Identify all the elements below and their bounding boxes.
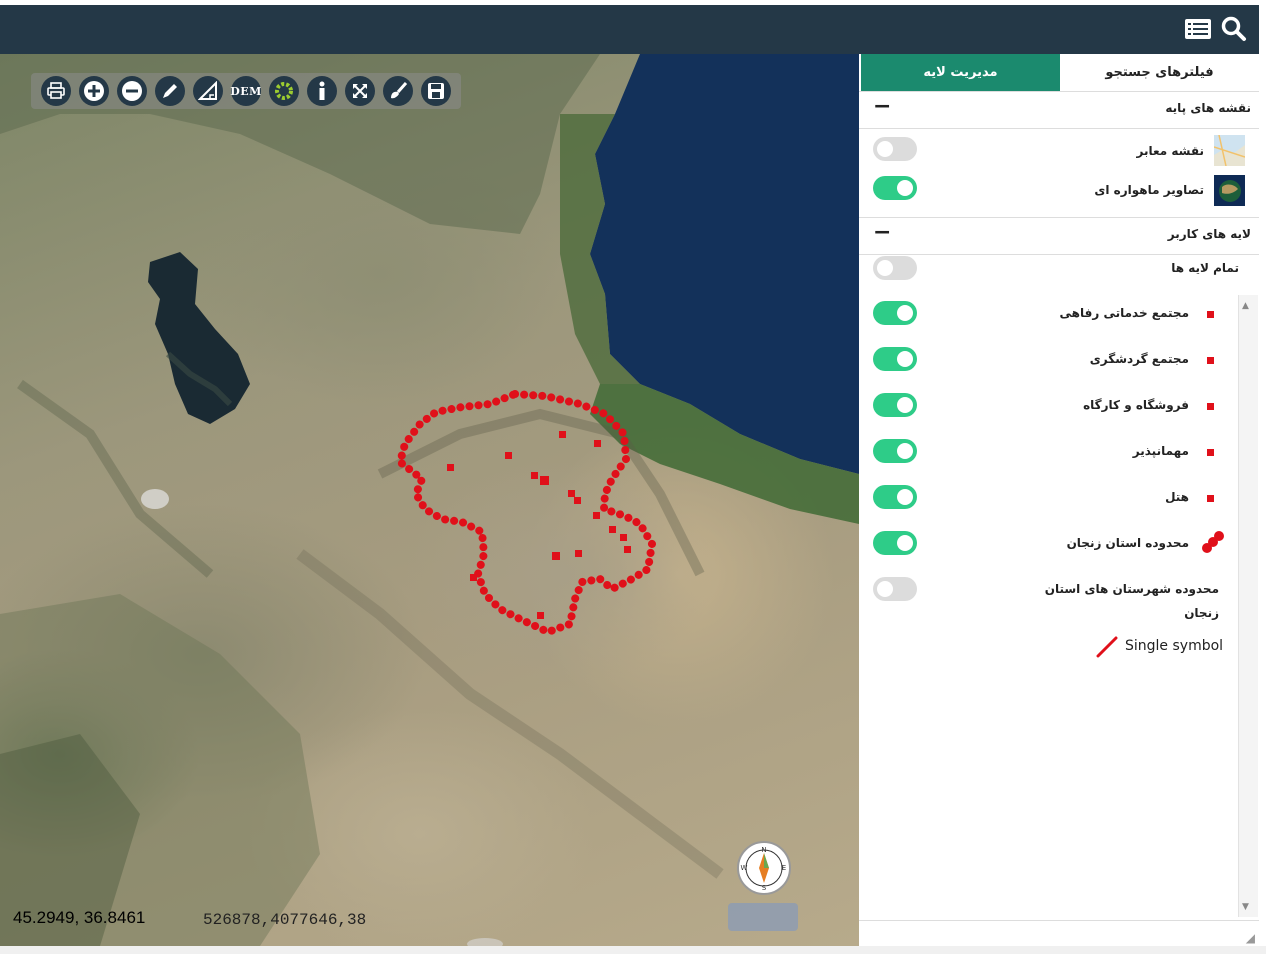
zoom-out-icon[interactable] xyxy=(117,76,147,106)
resize-handle-icon[interactable]: ◢ xyxy=(1246,931,1255,945)
red-square-icon xyxy=(1207,449,1214,456)
red-line-icon xyxy=(1096,636,1118,658)
layer-panel: فیلترهای جستجو مدیریت لایه نقشه های پایه… xyxy=(859,54,1259,947)
red-square-icon xyxy=(1207,495,1214,502)
layer-label-line1: محدوده شهرستان های استان xyxy=(1044,582,1219,596)
clear-icon[interactable] xyxy=(383,76,413,106)
streets-map-thumbnail xyxy=(1213,134,1246,167)
dem-button[interactable]: DEM xyxy=(230,76,261,106)
svg-text:E: E xyxy=(782,864,786,872)
collapse-base-maps-icon[interactable]: − xyxy=(873,96,891,118)
layer-toggle-icon[interactable] xyxy=(269,76,299,106)
print-icon[interactable] xyxy=(41,76,71,106)
red-square-icon xyxy=(1207,357,1214,364)
panel-footer: ◢ xyxy=(859,920,1259,947)
toggle-tourism-complex[interactable] xyxy=(873,347,917,371)
draw-line-icon[interactable] xyxy=(155,76,185,106)
tab-layer-management[interactable]: مدیریت لایه xyxy=(861,54,1060,91)
map-toolbar: DEM xyxy=(31,73,461,109)
layer-label: فروشگاه و کارگاه xyxy=(1083,398,1189,412)
layer-label-line2: زنجان xyxy=(1184,606,1219,620)
geo-coordinates: 45.2949, 36.8461 xyxy=(13,908,146,927)
toggle-welfare-complex[interactable] xyxy=(873,301,917,325)
full-extent-icon[interactable] xyxy=(345,76,375,106)
zoom-in-icon[interactable] xyxy=(79,76,109,106)
scroll-up-icon[interactable]: ▲ xyxy=(1242,301,1249,311)
base-map-label: تصاویر ماهواره ای xyxy=(1094,183,1204,197)
svg-text:S: S xyxy=(762,884,767,892)
collapse-user-layers-icon[interactable]: − xyxy=(873,222,891,244)
compass-icon[interactable]: N S E W xyxy=(737,841,791,895)
base-map-label: نقشه معابر xyxy=(1136,144,1205,158)
save-icon[interactable] xyxy=(421,76,451,106)
scroll-down-icon[interactable]: ▼ xyxy=(1242,902,1249,912)
toggle-satellite-map[interactable] xyxy=(873,176,917,200)
layer-list-scrollbar[interactable] xyxy=(1238,295,1258,917)
toggle-county-boundary[interactable] xyxy=(873,577,917,601)
layer-label: مهمانپذیر xyxy=(1132,444,1189,458)
toggle-guesthouse[interactable] xyxy=(873,439,917,463)
toggle-streets-map[interactable] xyxy=(873,137,917,161)
satellite-map-thumbnail xyxy=(1214,175,1245,206)
all-layers-label: تمام لایه ها xyxy=(1171,261,1239,275)
panel-tabs: فیلترهای جستجو مدیریت لایه xyxy=(859,54,1259,92)
layer-label: هتل xyxy=(1165,490,1189,504)
user-layers-header[interactable]: لایه های کاربر − xyxy=(859,217,1259,255)
tab-search-filters[interactable]: فیلترهای جستجو xyxy=(1060,54,1259,91)
list-icon[interactable] xyxy=(1184,15,1212,43)
red-square-icon xyxy=(1207,311,1214,318)
red-square-icon xyxy=(1207,403,1214,410)
layer-label: مجتمع گردشگری xyxy=(1089,352,1189,366)
base-maps-header[interactable]: نقشه های پایه − xyxy=(859,91,1259,129)
top-header-bar xyxy=(0,5,1259,54)
satellite-imagery xyxy=(0,54,859,946)
toggle-all-layers[interactable] xyxy=(873,256,917,280)
measure-area-icon[interactable] xyxy=(193,76,223,106)
map-view[interactable]: DEM N S E W 45.2949, 36.8461 526878,4077… xyxy=(0,54,859,946)
utm-coordinates: 526878,4077646,38 xyxy=(203,911,367,929)
layer-label: محدوده استان زنجان xyxy=(1066,536,1189,550)
scale-bar xyxy=(728,903,798,931)
toggle-shop-workshop[interactable] xyxy=(873,393,917,417)
svg-text:N: N xyxy=(761,846,766,854)
info-icon[interactable] xyxy=(307,76,337,106)
svg-text:W: W xyxy=(741,864,748,872)
layer-label: مجتمع خدماتی رفاهی xyxy=(1059,306,1189,320)
red-dots-icon xyxy=(1202,531,1224,553)
toggle-province-boundary[interactable] xyxy=(873,531,917,555)
search-icon[interactable] xyxy=(1220,15,1248,43)
base-maps-title: نقشه های پایه xyxy=(1165,101,1251,115)
toggle-hotel[interactable] xyxy=(873,485,917,509)
single-symbol-label: Single symbol xyxy=(1125,638,1224,654)
user-layers-title: لایه های کاربر xyxy=(1167,227,1251,241)
page-bottom-strip xyxy=(0,946,1266,954)
